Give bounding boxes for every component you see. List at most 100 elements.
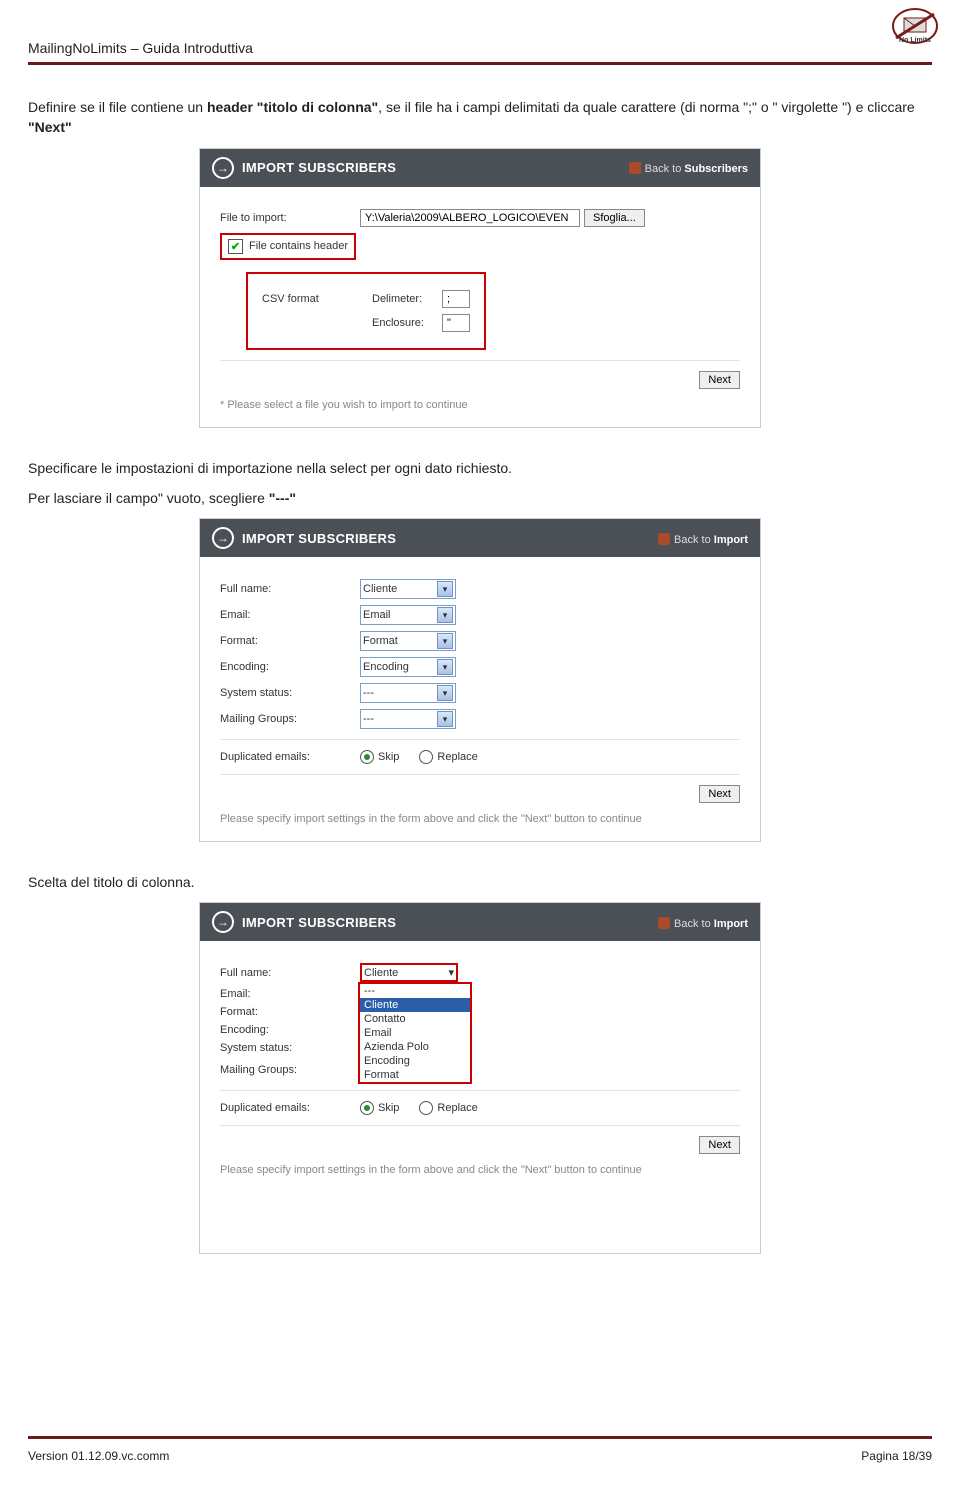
chevron-down-icon: ▾ [437,581,453,597]
skip-label: Skip [378,1102,399,1114]
panel-title: IMPORT SUBSCRIBERS [242,160,396,175]
dropdown-option[interactable]: Email [360,1026,470,1040]
email-label: Email: [220,988,360,1000]
duplicated-label: Duplicated emails: [220,751,360,763]
fullname-select[interactable]: Cliente ▾ [360,579,456,599]
chevron-down-icon: ▾ [437,711,453,727]
header-rule [28,62,932,65]
replace-label: Replace [437,1102,477,1114]
arrow-right-icon: → [212,157,234,179]
header-checkbox[interactable]: ✔ [228,239,243,254]
chevron-down-icon: ▾ [437,685,453,701]
dropdown-option[interactable]: Encoding [360,1054,470,1068]
file-import-input[interactable] [360,209,580,227]
skip-radio[interactable] [360,1101,374,1115]
encoding-select[interactable]: Encoding ▾ [360,657,456,677]
panel-title: IMPORT SUBSCRIBERS [242,915,396,930]
chevron-down-icon: ▾ [437,659,453,675]
import-panel-3: → IMPORT SUBSCRIBERS Back to Import Full … [199,902,761,1254]
status-label: System status: [220,687,360,699]
csv-format-label: CSV format [262,293,372,305]
encoding-label: Encoding: [220,661,360,673]
browse-button[interactable]: Sfoglia... [584,209,645,227]
select-value: Email [363,609,391,621]
back-icon [629,162,641,174]
select-value: Cliente [363,583,397,595]
back-link[interactable]: Back to Import [658,915,748,930]
back-target: Import [714,918,748,930]
svg-text:No Limits: No Limits [899,37,931,44]
mid2-paragraph: Scelta del titolo di colonna. [28,872,932,892]
text: Definire se il file contiene un [28,99,207,115]
dropdown-option[interactable]: --- [360,984,470,998]
email-select[interactable]: Email ▾ [360,605,456,625]
footer-rule [28,1436,932,1439]
hint-text: Please specify import settings in the fo… [220,1164,740,1176]
text-bold: header "titolo di colonna" [207,99,378,115]
panel-title: IMPORT SUBSCRIBERS [242,531,396,546]
replace-label: Replace [437,751,477,763]
skip-radio[interactable] [360,750,374,764]
dropdown-option[interactable]: Cliente [360,998,470,1012]
dropdown-option[interactable]: Contatto [360,1012,470,1026]
fullname-label: Full name: [220,967,360,979]
status-select[interactable]: --- ▾ [360,683,456,703]
email-label: Email: [220,609,360,621]
skip-label: Skip [378,751,399,763]
next-button[interactable]: Next [699,1136,740,1154]
back-prefix: Back to [674,918,714,930]
text: , se il file ha i campi delimitati da qu… [378,99,915,115]
format-label: Format: [220,1006,360,1018]
intro-paragraph: Definire se il file contiene un header "… [28,97,932,138]
enclosure-input[interactable] [442,314,470,332]
hint-text: * Please select a file you wish to impor… [220,399,740,411]
encoding-label: Encoding: [220,1024,360,1036]
select-value: Encoding [363,661,409,673]
back-link[interactable]: Back to Import [658,531,748,546]
format-select[interactable]: Format ▾ [360,631,456,651]
next-button[interactable]: Next [699,785,740,803]
status-label: System status: [220,1042,360,1054]
back-prefix: Back to [645,163,685,175]
fullname-select-open[interactable]: Cliente ▾ [360,963,458,982]
next-button[interactable]: Next [699,371,740,389]
chevron-down-icon: ▾ [448,966,454,979]
format-label: Format: [220,635,360,647]
duplicated-label: Duplicated emails: [220,1102,360,1114]
back-target: Import [714,534,748,546]
select-value: --- [363,713,374,725]
dropdown-option[interactable]: Azienda Polo [360,1040,470,1054]
enclosure-label: Enclosure: [372,317,442,329]
text: Per lasciare il campo" vuoto, scegliere [28,490,269,506]
back-icon [658,917,670,929]
doc-header-title: MailingNoLimits – Guida Introduttiva [28,40,932,56]
chevron-down-icon: ▾ [437,607,453,623]
dropdown-option[interactable]: Format [360,1068,470,1082]
select-value: Cliente [364,967,398,979]
fullname-label: Full name: [220,583,360,595]
delimiter-input[interactable] [442,290,470,308]
text-bold: "Next" [28,119,72,135]
file-import-label: File to import: [220,212,360,224]
replace-radio[interactable] [419,750,433,764]
select-value: --- [363,687,374,699]
back-link[interactable]: Back to Subscribers [629,160,748,175]
delimiter-label: Delimeter: [372,293,442,305]
groups-select[interactable]: --- ▾ [360,709,456,729]
import-panel-1: →IMPORT SUBSCRIBERS Back to Subscribers … [199,148,761,428]
brand-logo: No Limits [890,6,940,46]
mid-paragraph-1: Specificare le impostazioni di importazi… [28,458,932,478]
arrow-right-icon: → [212,911,234,933]
dropdown-list: --- Cliente Contatto Email Azienda Polo … [358,982,472,1084]
header-checkbox-label: File contains header [249,240,348,252]
groups-label: Mailing Groups: [220,1064,360,1076]
text-bold: "---" [269,490,296,506]
arrow-right-icon: → [212,527,234,549]
select-value: Format [363,635,398,647]
footer-page: Pagina 18/39 [861,1449,932,1463]
back-prefix: Back to [674,534,714,546]
chevron-down-icon: ▾ [437,633,453,649]
replace-radio[interactable] [419,1101,433,1115]
back-icon [658,533,670,545]
groups-label: Mailing Groups: [220,713,360,725]
